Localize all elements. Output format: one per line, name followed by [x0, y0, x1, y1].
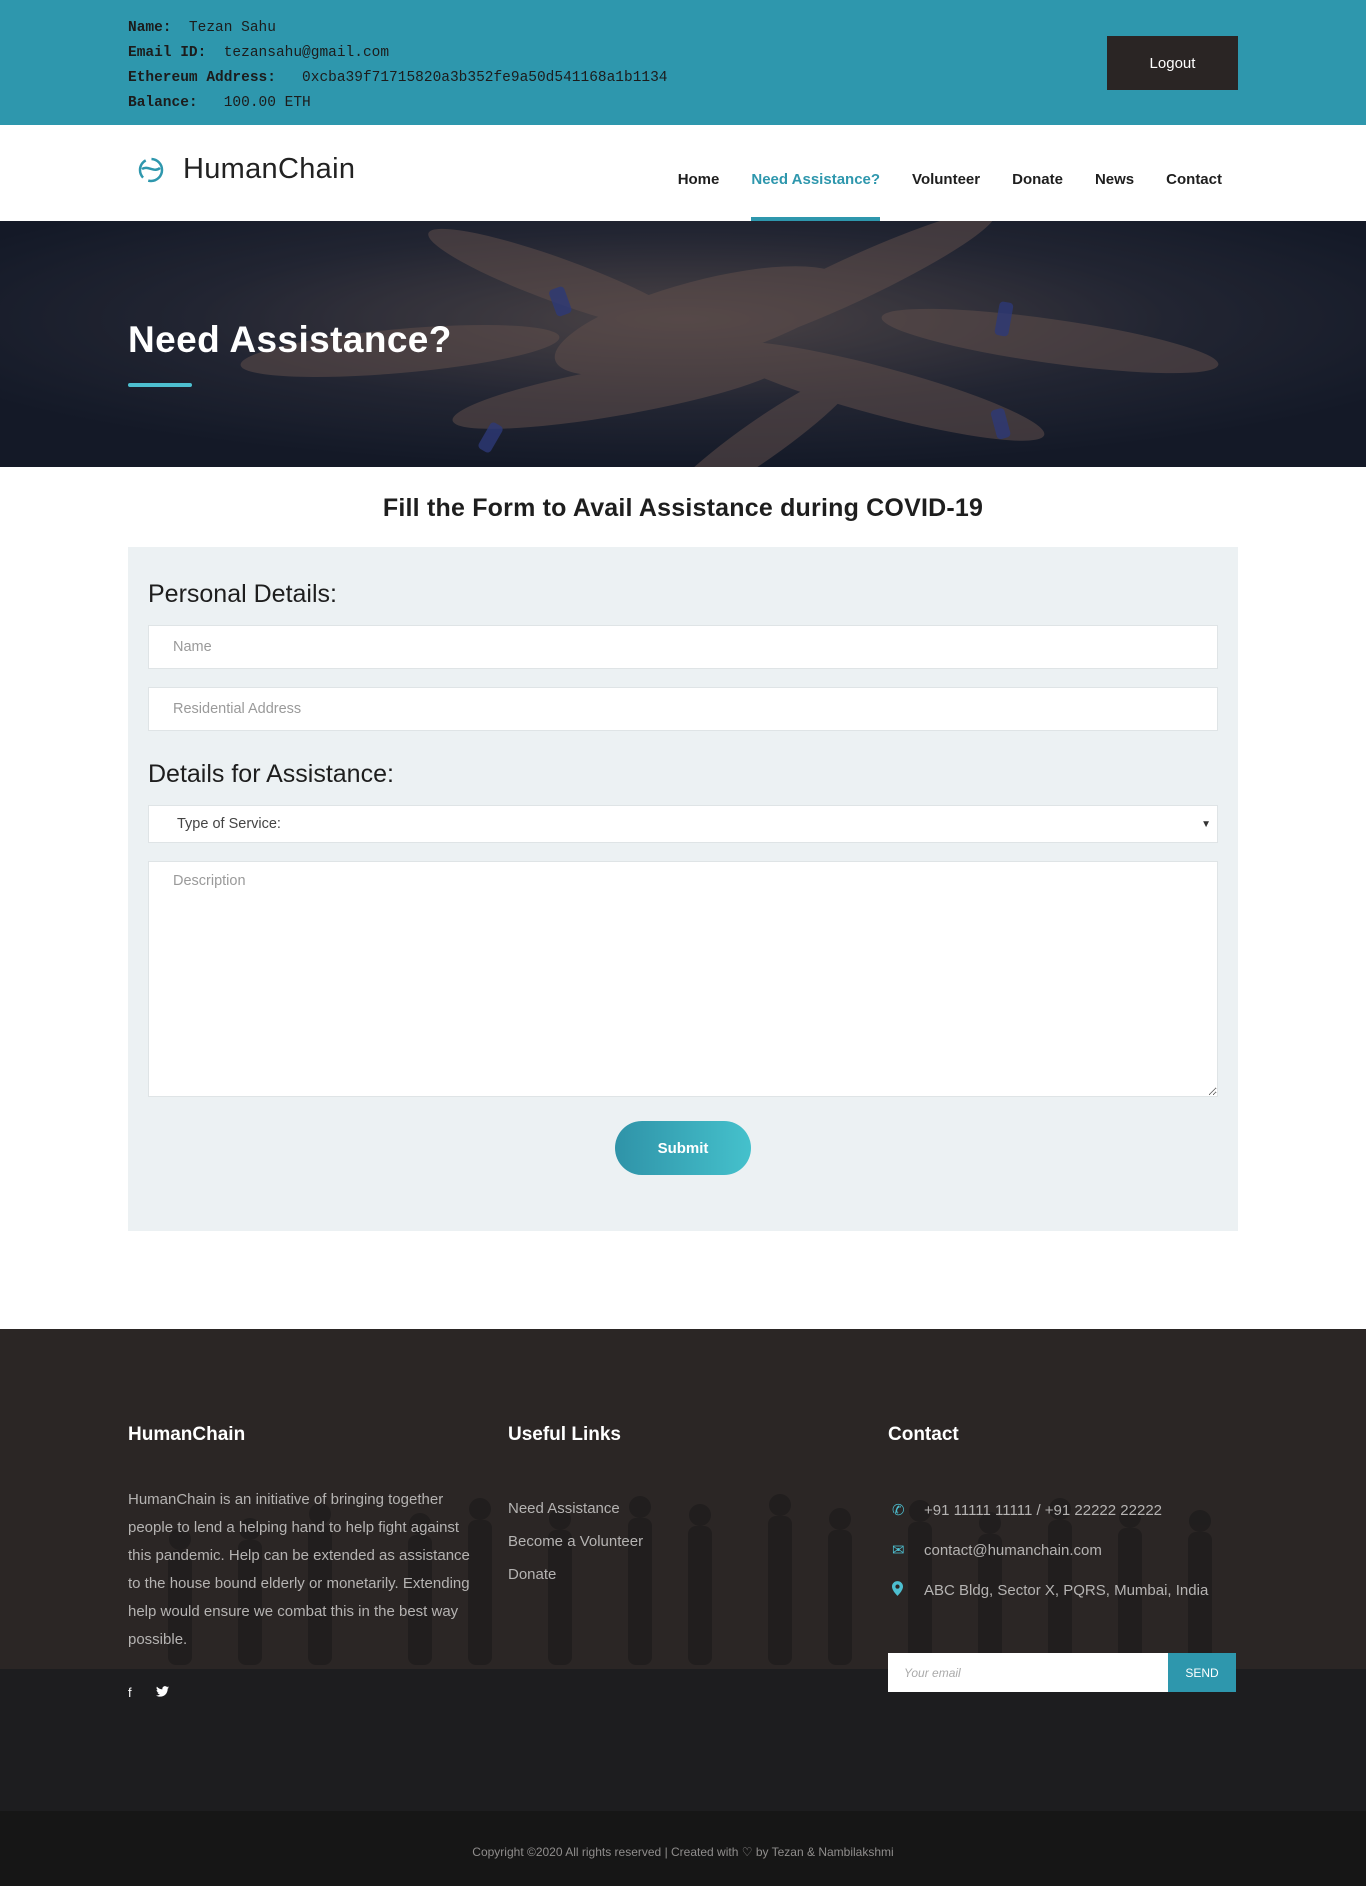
newsletter-send-button[interactable]: SEND — [1168, 1653, 1236, 1692]
nav-donate[interactable]: Donate — [1012, 125, 1063, 221]
footer: HumanChain HumanChain is an initiative o… — [0, 1329, 1366, 1811]
address-input[interactable] — [148, 687, 1218, 731]
main-nav: Home Need Assistance? Volunteer Donate N… — [646, 125, 1222, 221]
facebook-icon[interactable]: f — [128, 1685, 132, 1700]
nav-news[interactable]: News — [1095, 125, 1134, 221]
description-input[interactable] — [148, 861, 1218, 1097]
contact-address: ABC Bldg, Sector X, PQRS, Mumbai, India — [888, 1581, 1208, 1600]
email-label: Email ID: — [128, 45, 207, 61]
nav-contact[interactable]: Contact — [1166, 125, 1222, 221]
newsletter-email-input[interactable] — [888, 1653, 1168, 1692]
page-title: Need Assistance? — [128, 319, 452, 360]
copyright-bar: Copyright ©2020 All rights reserved | Cr… — [0, 1811, 1366, 1886]
contact-phone-text: +91 11111 11111 / +91 22222 22222 — [924, 1501, 1163, 1519]
brand-name: HumanChain — [183, 153, 356, 185]
newsletter-form: SEND — [888, 1653, 1236, 1692]
nav-home[interactable]: Home — [678, 125, 720, 221]
logout-button[interactable]: Logout — [1107, 36, 1238, 90]
title-underline — [128, 383, 192, 387]
name-label: Name: — [128, 20, 172, 36]
balance-value: 100.00 ETH — [223, 95, 311, 111]
footer-about-title: HumanChain — [128, 1424, 246, 1445]
footer-contact-title: Contact — [888, 1424, 959, 1445]
social-links: f — [128, 1685, 169, 1700]
account-bar: Name: Tezan Sahu Email ID: tezansahu@gma… — [0, 0, 1366, 125]
assistance-details-title: Details for Assistance: — [148, 760, 394, 788]
map-pin-icon — [892, 1581, 914, 1600]
heart-icon: ♡ — [741, 1845, 753, 1859]
form-heading: Fill the Form to Avail Assistance during… — [382, 494, 984, 522]
account-info: Name: Tezan Sahu Email ID: tezansahu@gma… — [128, 16, 668, 116]
footer-about-text: HumanChain is an initiative of bringing … — [128, 1491, 470, 1648]
service-type-select[interactable]: Type of Service: ▼ — [148, 805, 1218, 843]
envelope-icon: ✉ — [892, 1542, 905, 1559]
phone-icon: ✆ — [892, 1502, 905, 1519]
copyright-text-end: by Tezan & Nambilakshmi — [755, 1845, 894, 1859]
chevron-down-icon: ▼ — [1201, 819, 1211, 830]
personal-details-title: Personal Details: — [148, 580, 337, 608]
contact-email: ✉ contact@humanchain.com — [888, 1541, 1102, 1560]
footer-link-donate[interactable]: Donate — [508, 1564, 643, 1586]
main-header: HumanChain Home Need Assistance? Volunte… — [0, 125, 1366, 221]
footer-link-need-assistance[interactable]: Need Assistance — [508, 1498, 643, 1520]
globe-icon — [138, 157, 164, 182]
footer-links-title: Useful Links — [508, 1424, 621, 1445]
hero-banner: Need Assistance? — [0, 221, 1366, 467]
twitter-icon[interactable] — [155, 1685, 169, 1700]
balance-label: Balance: — [128, 95, 198, 111]
email-value: tezansahu@gmail.com — [223, 45, 390, 61]
copyright-text-start: Copyright ©2020 All rights reserved | Cr… — [472, 1845, 739, 1859]
brand[interactable]: HumanChain — [136, 153, 355, 186]
eth-label: Ethereum Address: — [128, 70, 276, 86]
footer-link-volunteer[interactable]: Become a Volunteer — [508, 1531, 643, 1553]
submit-button[interactable]: Submit — [615, 1121, 751, 1175]
eth-address-value: 0xcba39f71715820a3b352fe9a50d541168a1b11… — [302, 70, 668, 86]
contact-address-text: ABC Bldg, Sector X, PQRS, Mumbai, India — [924, 1582, 1209, 1599]
name-value: Tezan Sahu — [188, 20, 276, 36]
name-input[interactable] — [148, 625, 1218, 669]
nav-need-assistance[interactable]: Need Assistance? — [751, 125, 880, 221]
contact-phone: ✆ +91 11111 11111 / +91 22222 22222 — [888, 1501, 1163, 1520]
nav-volunteer[interactable]: Volunteer — [912, 125, 980, 221]
assistance-form: Personal Details: Details for Assistance… — [128, 547, 1238, 1231]
service-type-value: Type of Service: — [177, 816, 281, 832]
contact-email-text: contact@humanchain.com — [924, 1541, 1102, 1559]
